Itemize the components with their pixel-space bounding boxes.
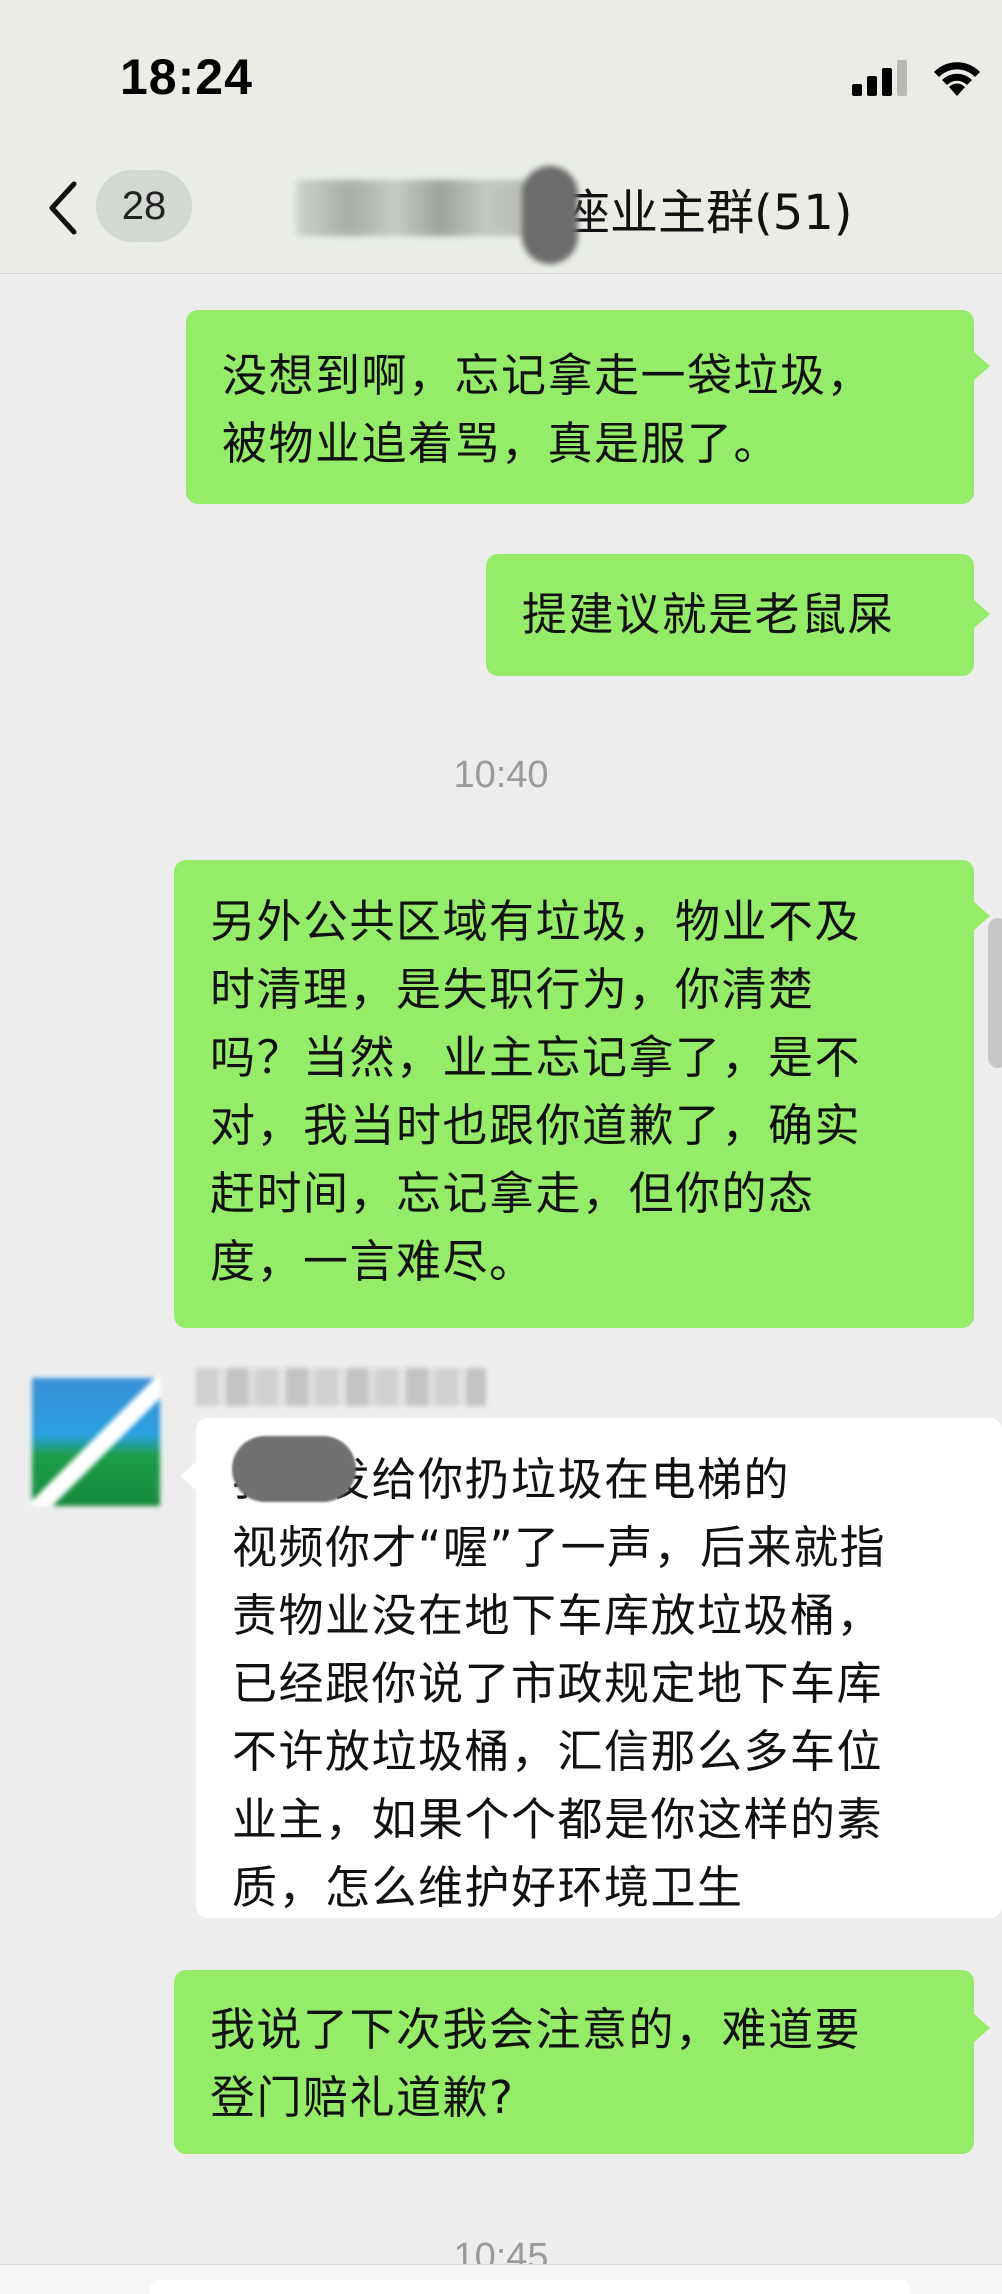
message-input[interactable] bbox=[150, 2280, 910, 2294]
message-timestamp: 10:40 bbox=[453, 754, 549, 796]
scroll-indicator[interactable] bbox=[988, 918, 1002, 1068]
message-bubble-sent[interactable]: 没想到啊，忘记拿走一袋垃圾， 被物业追着骂，真是服了。 bbox=[186, 310, 974, 504]
message-bubble-sent[interactable]: 提建议就是老鼠屎 bbox=[486, 554, 974, 676]
back-chevron-icon[interactable] bbox=[44, 178, 84, 238]
bubble-tail bbox=[974, 2014, 990, 2042]
group-title-area[interactable]: 座业主群(51) bbox=[296, 166, 853, 264]
status-bar: 18:24 bbox=[0, 0, 1002, 150]
redacted-mention bbox=[232, 1436, 356, 1502]
group-title: 座业主群(51) bbox=[562, 185, 853, 241]
bubble-tail bbox=[180, 1462, 196, 1490]
chat-header: 28 座业主群(51) bbox=[0, 150, 1002, 274]
message-bubble-sent[interactable]: 我说了下次我会注意的，难道要 登门赔礼道歉? bbox=[174, 1970, 974, 2154]
cellular-signal-icon bbox=[852, 60, 907, 96]
unread-count-badge[interactable]: 28 bbox=[96, 170, 192, 242]
redacted-group-name bbox=[296, 166, 578, 264]
bubble-tail bbox=[974, 352, 990, 380]
sender-avatar[interactable] bbox=[32, 1378, 160, 1506]
wifi-icon bbox=[934, 62, 980, 96]
status-time: 18:24 bbox=[120, 49, 253, 105]
message-bubble-sent[interactable]: 另外公共区域有垃圾，物业不及 时清理，是失职行为，你清楚 吗？当然，业主忘记拿了… bbox=[174, 860, 974, 1328]
redacted-sender-name bbox=[196, 1368, 486, 1406]
bubble-tail bbox=[974, 600, 990, 628]
